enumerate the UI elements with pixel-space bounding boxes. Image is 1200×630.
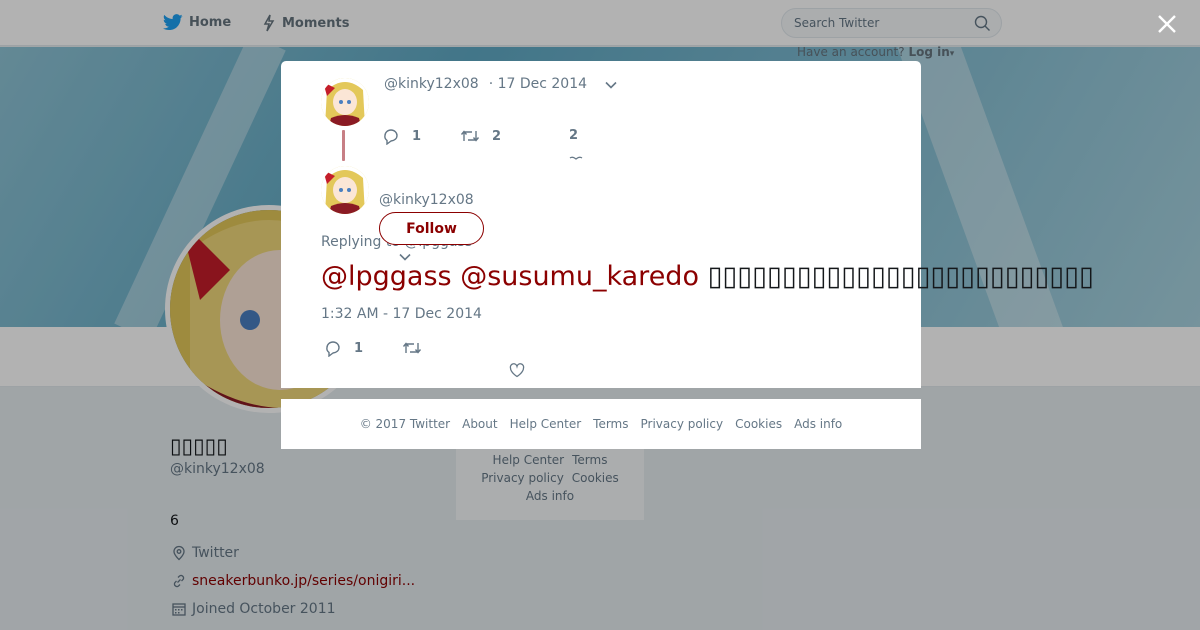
parent-tweet-avatar[interactable]	[321, 78, 369, 126]
footer-ads-link[interactable]: Ads info	[794, 417, 842, 431]
retweet-icon	[402, 340, 422, 356]
parent-tweet-handle[interactable]: @kinky12x08	[384, 76, 479, 92]
parent-retweet-count: 2	[492, 128, 502, 144]
parent-reply-count: 1	[412, 129, 422, 144]
heart-icon	[569, 149, 583, 168]
chevron-down-icon[interactable]	[604, 77, 618, 96]
main-like-action[interactable]	[509, 363, 537, 378]
parent-retweet-action[interactable]: 2	[460, 128, 501, 144]
modal-footer: © 2017 Twitter About Help Center Terms P…	[281, 399, 921, 449]
parent-reply-action[interactable]: 1	[382, 128, 421, 145]
close-icon[interactable]	[1155, 12, 1179, 36]
thread-connector	[342, 130, 345, 161]
tweet-timestamp[interactable]: 1:32 AM - 17 Dec 2014	[321, 306, 482, 322]
retweet-icon	[460, 128, 480, 144]
parent-like-count: 2	[569, 128, 579, 143]
parent-tweet-date[interactable]: · 17 Dec 2014	[489, 76, 587, 92]
main-retweet-action[interactable]	[402, 340, 434, 356]
parent-like-action[interactable]: 2	[569, 128, 578, 143]
tweet-permalink-modal: @kinky12x08 · 17 Dec 2014 1 2 2 @kinky12…	[281, 61, 1094, 388]
mention-link[interactable]: @lpggass	[321, 261, 452, 292]
main-tweet-handle[interactable]: @kinky12x08	[379, 192, 474, 208]
footer-terms-link[interactable]: Terms	[593, 417, 628, 431]
follow-button[interactable]: Follow	[379, 212, 484, 245]
tweet-text: @lpggass @susumu_karedo ▯▯▯▯▯▯▯▯▯▯▯▯▯▯▯▯…	[321, 261, 1094, 292]
heart-icon	[509, 363, 525, 378]
tweet-body: ▯▯▯▯▯▯▯▯▯▯▯▯▯▯▯▯▯▯▯▯▯▯▯▯▯▯	[707, 261, 1094, 292]
footer-about-link[interactable]: About	[462, 417, 497, 431]
parent-tweet-header: @kinky12x08 · 17 Dec 2014	[384, 76, 587, 92]
copyright-text: © 2017 Twitter	[359, 417, 451, 431]
main-tweet-avatar[interactable]	[321, 166, 369, 214]
main-reply-count: 1	[354, 341, 364, 356]
reply-icon	[324, 340, 342, 357]
footer-privacy-link[interactable]: Privacy policy	[641, 417, 724, 431]
footer-cookies-link[interactable]: Cookies	[735, 417, 782, 431]
main-reply-action[interactable]: 1	[324, 340, 363, 357]
footer-help-link[interactable]: Help Center	[510, 417, 582, 431]
reply-icon	[382, 128, 400, 145]
mention-link[interactable]: @susumu_karedo	[460, 261, 699, 292]
